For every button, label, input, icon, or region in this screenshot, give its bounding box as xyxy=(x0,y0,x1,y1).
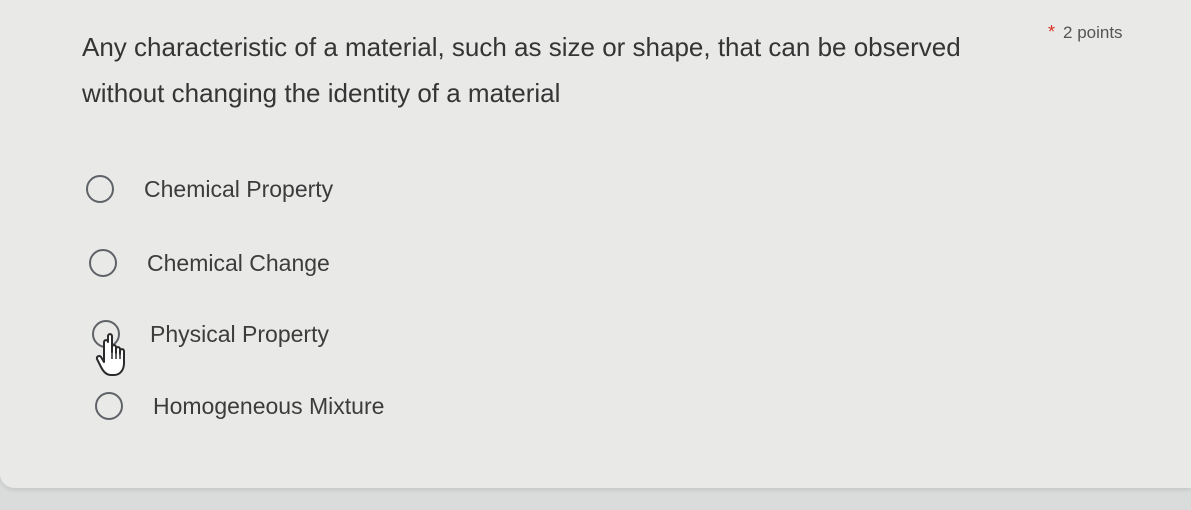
points-indicator: * 2 points xyxy=(1048,22,1123,43)
option-chemical-change[interactable]: Chemical Change xyxy=(89,243,330,283)
option-physical-property[interactable]: Physical Property xyxy=(92,314,329,354)
required-asterisk: * xyxy=(1048,22,1056,42)
points-label: 2 points xyxy=(1063,23,1123,42)
radio-button[interactable] xyxy=(95,392,123,420)
option-chemical-property[interactable]: Chemical Property xyxy=(86,169,333,209)
option-label: Chemical Change xyxy=(147,249,330,276)
question-card: Any characteristic of a material, such a… xyxy=(0,0,1191,488)
option-label: Physical Property xyxy=(150,320,329,347)
radio-button[interactable] xyxy=(92,320,120,348)
question-text: Any characteristic of a material, such a… xyxy=(82,32,961,108)
radio-button[interactable] xyxy=(86,175,114,203)
option-label: Homogeneous Mixture xyxy=(153,392,385,419)
option-label: Chemical Property xyxy=(144,175,334,202)
radio-button[interactable] xyxy=(89,249,117,277)
option-homogeneous-mixture[interactable]: Homogeneous Mixture xyxy=(95,386,384,426)
